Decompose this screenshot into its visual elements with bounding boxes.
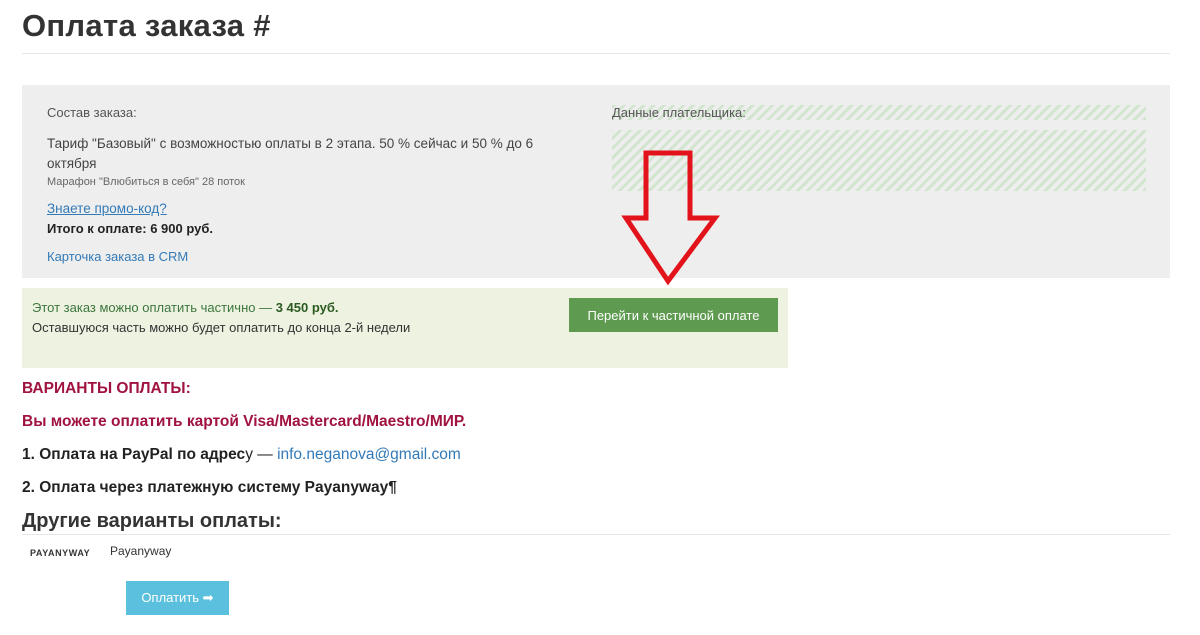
order-details: Состав заказа: Тариф "Базовый" с возможн… [47, 105, 567, 266]
page-title: Оплата заказа # [22, 8, 271, 43]
payanyway-payment-line: 2. Оплата через платежную систему Payany… [22, 479, 397, 496]
payanyway-provider-name: Payanyway [110, 544, 172, 558]
promo-code-link[interactable]: Знаете промо-код? [47, 201, 167, 216]
other-options-heading: Другие варианты оплаты: [22, 510, 282, 532]
order-summary-panel: Состав заказа: Тариф "Базовый" с возможн… [22, 85, 1170, 278]
other-options-divider [22, 534, 1170, 535]
paypal-prefix: 1. Оплата на PayPal по адрес [22, 446, 246, 463]
crm-order-card-link[interactable]: Карточка заказа в CRM [47, 249, 188, 264]
arrow-right-icon: ➡ [202, 590, 214, 605]
partial-payment-prefix: Этот заказ можно оплатить частично — [32, 300, 276, 315]
card-payment-note: Вы можете оплатить картой Visa/Mastercar… [22, 413, 467, 430]
pay-button[interactable]: Оплатить ➡ [126, 581, 229, 615]
marathon-name: Марафон "Влюбиться в себя" 28 поток [47, 176, 245, 188]
paypal-email-link[interactable]: info.neganova@gmail.com [277, 446, 461, 463]
payment-variants-heading: ВАРИАНТЫ ОПЛАТЫ: [22, 380, 191, 397]
partial-payment-text: Этот заказ можно оплатить частично — 3 4… [32, 300, 339, 315]
partial-payment-amount: 3 450 руб. [275, 300, 339, 315]
partial-payment-button[interactable]: Перейти к частичной оплате [569, 298, 778, 332]
partial-payment-panel: Этот заказ можно оплатить частично — 3 4… [22, 288, 788, 368]
tariff-description: Тариф "Базовый" с возможностью оплаты в … [47, 136, 534, 171]
order-total: Итого к оплате: 6 900 руб. [47, 221, 213, 236]
payer-data-label: Данные плательщика: [612, 105, 746, 120]
pay-button-label: Оплатить [141, 590, 200, 605]
paypal-payment-line: 1. Оплата на PayPal по адресу — info.neg… [22, 446, 461, 464]
title-divider [22, 53, 1170, 54]
red-annotation-arrow-icon [621, 150, 720, 286]
arrow-shape [621, 150, 720, 286]
payanyway-logo: PAYANYWAY [30, 548, 91, 558]
partial-payment-remainder: Оставшуюся часть можно будет оплатить до… [32, 320, 411, 335]
paypal-suffix: у — [245, 446, 278, 463]
order-contents-label: Состав заказа: [47, 105, 137, 120]
